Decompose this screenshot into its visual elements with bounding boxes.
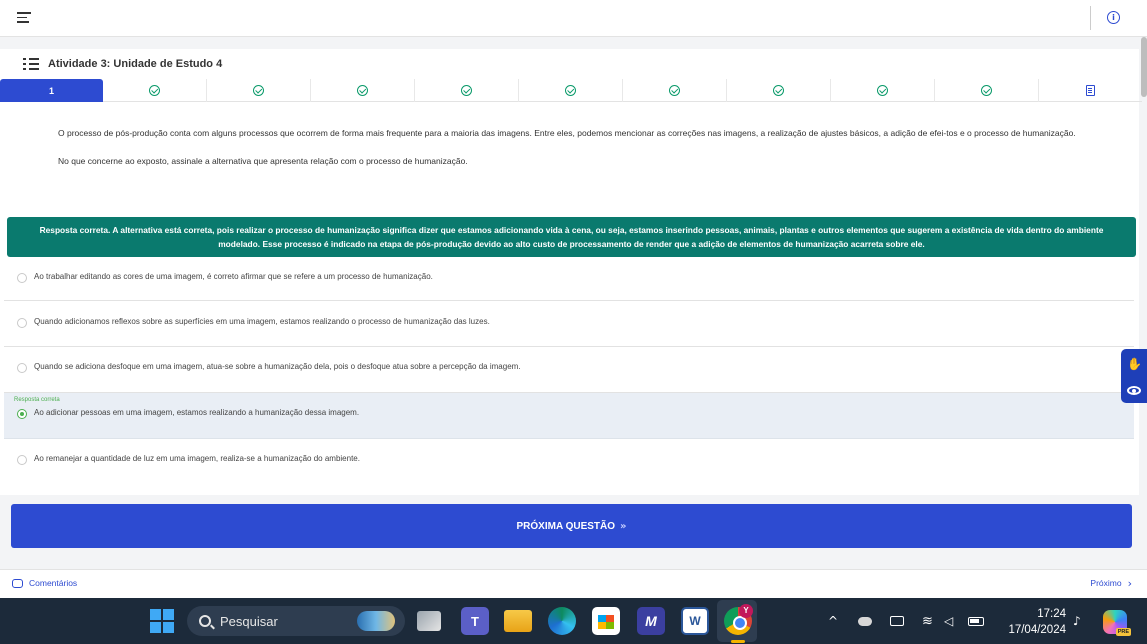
step-9[interactable] — [831, 79, 935, 102]
taskbar-search[interactable]: Pesquisar — [187, 606, 405, 636]
answer-option-1[interactable]: Ao trabalhar editando as cores de uma im… — [4, 255, 1134, 301]
step-10[interactable] — [935, 79, 1039, 102]
wifi-icon[interactable]: ≋ — [922, 598, 933, 644]
comments-link[interactable]: Comentários — [12, 578, 77, 588]
question-text: O processo de pós-produção conta com alg… — [58, 125, 1088, 169]
onedrive-icon[interactable] — [858, 598, 874, 644]
notification-bell-icon[interactable]: ♪ — [1073, 598, 1081, 644]
step-7[interactable] — [623, 79, 727, 102]
list-icon — [23, 57, 39, 70]
option-text: Ao trabalhar editando as cores de uma im… — [34, 272, 433, 281]
info-circle-icon[interactable]: i — [1107, 11, 1120, 24]
question-prompt: No que concerne ao exposto, assinale a a… — [58, 156, 468, 166]
battery-icon[interactable] — [968, 598, 986, 644]
answer-option-2[interactable]: Quando adicionamos reflexos sobre as sup… — [4, 301, 1134, 347]
task-view-icon[interactable] — [417, 611, 441, 631]
clock-time: 17:24 — [1037, 608, 1066, 620]
step-6[interactable] — [519, 79, 623, 102]
step-number: 1 — [48, 85, 54, 96]
question-paragraph: O processo de pós-produção conta com alg… — [58, 128, 1076, 138]
check-circle-icon — [149, 85, 160, 96]
next-question-label: PRÓXIMA QUESTÃO — [516, 520, 616, 532]
chrome-active-indicator — [731, 640, 745, 643]
radio-button[interactable] — [17, 363, 27, 373]
double-chevron-right-icon: » — [620, 520, 627, 532]
search-icon — [199, 615, 211, 627]
activity-header: Atividade 3: Unidade de Estudo 4 — [23, 57, 222, 70]
search-placeholder: Pesquisar — [220, 613, 278, 629]
store-icon[interactable] — [592, 607, 620, 635]
file-explorer-icon[interactable] — [504, 610, 532, 632]
accessibility-toolbar: ✋ — [1121, 349, 1147, 403]
comment-icon — [12, 578, 23, 588]
radio-button[interactable] — [17, 273, 27, 283]
check-circle-icon — [565, 85, 576, 96]
step-1[interactable]: 1 — [0, 79, 103, 102]
answer-option-3[interactable]: Quando se adiciona desfoque em uma image… — [4, 347, 1134, 393]
question-steps: 1 — [0, 79, 1142, 102]
eye-icon[interactable] — [1127, 386, 1141, 396]
search-highlight-image — [357, 611, 395, 631]
activity-card: Atividade 3: Unidade de Estudo 4 1 O pro… — [0, 49, 1142, 495]
check-circle-icon — [877, 85, 888, 96]
answer-option-5[interactable]: Ao remanejar a quantidade de luz em uma … — [4, 439, 1134, 485]
teams-icon[interactable]: T — [461, 607, 489, 635]
chevron-up-icon[interactable]: ^ — [828, 598, 840, 644]
option-text: Ao adicionar pessoas em uma imagem, esta… — [34, 408, 360, 417]
clock-date: 17/04/2024 — [1008, 624, 1066, 636]
option-text: Quando adicionamos reflexos sobre as sup… — [34, 317, 490, 326]
check-circle-icon — [253, 85, 264, 96]
activity-title: Atividade 3: Unidade de Estudo 4 — [48, 57, 223, 70]
copilot-icon[interactable]: PRE — [1103, 610, 1131, 636]
step-2[interactable] — [103, 79, 207, 102]
option-text: Quando se adiciona desfoque em uma image… — [34, 362, 521, 371]
step-8[interactable] — [727, 79, 831, 102]
footer-bar: Comentários Próximo › — [0, 569, 1147, 598]
feedback-banner: Resposta correta. A alternativa está cor… — [7, 217, 1136, 257]
clock[interactable]: 17:24 17/04/2024 — [1000, 606, 1066, 638]
check-circle-icon — [461, 85, 472, 96]
check-circle-icon — [357, 85, 368, 96]
windows-start-icon[interactable] — [148, 607, 176, 635]
comments-label: Comentários — [29, 578, 78, 588]
top-bar: i — [0, 0, 1147, 37]
volume-icon[interactable]: ◁ — [944, 598, 953, 644]
app-m-icon[interactable]: M — [637, 607, 665, 635]
chrome-profile-badge: Y — [739, 604, 753, 618]
sign-language-icon[interactable]: ✋ — [1127, 357, 1142, 371]
radio-button[interactable] — [17, 455, 27, 465]
next-label: Próximo — [1090, 578, 1122, 588]
check-circle-icon — [669, 85, 680, 96]
check-circle-icon — [773, 85, 784, 96]
edge-icon[interactable] — [548, 607, 576, 635]
next-question-button[interactable]: PRÓXIMA QUESTÃO » — [11, 504, 1132, 548]
radio-button[interactable] — [17, 318, 27, 328]
correct-answer-label: Resposta correta — [14, 397, 60, 403]
answer-option-4[interactable]: Resposta correta Ao adicionar pessoas em… — [4, 393, 1134, 439]
divider — [1090, 6, 1091, 30]
check-circle-icon — [981, 85, 992, 96]
step-4[interactable] — [311, 79, 415, 102]
step-3[interactable] — [207, 79, 311, 102]
option-text: Ao remanejar a quantidade de luz em uma … — [34, 454, 360, 463]
next-link[interactable]: Próximo › — [1090, 576, 1132, 590]
menu-icon[interactable] — [17, 12, 31, 24]
radio-button-selected[interactable] — [17, 409, 27, 419]
step-summary[interactable] — [1039, 79, 1142, 102]
document-edit-icon — [1086, 85, 1095, 96]
step-5[interactable] — [415, 79, 519, 102]
word-icon[interactable]: W — [681, 607, 709, 635]
chevron-right-icon: › — [1127, 576, 1132, 590]
copilot-badge: PRE — [1115, 628, 1131, 636]
display-icon[interactable] — [890, 598, 906, 644]
